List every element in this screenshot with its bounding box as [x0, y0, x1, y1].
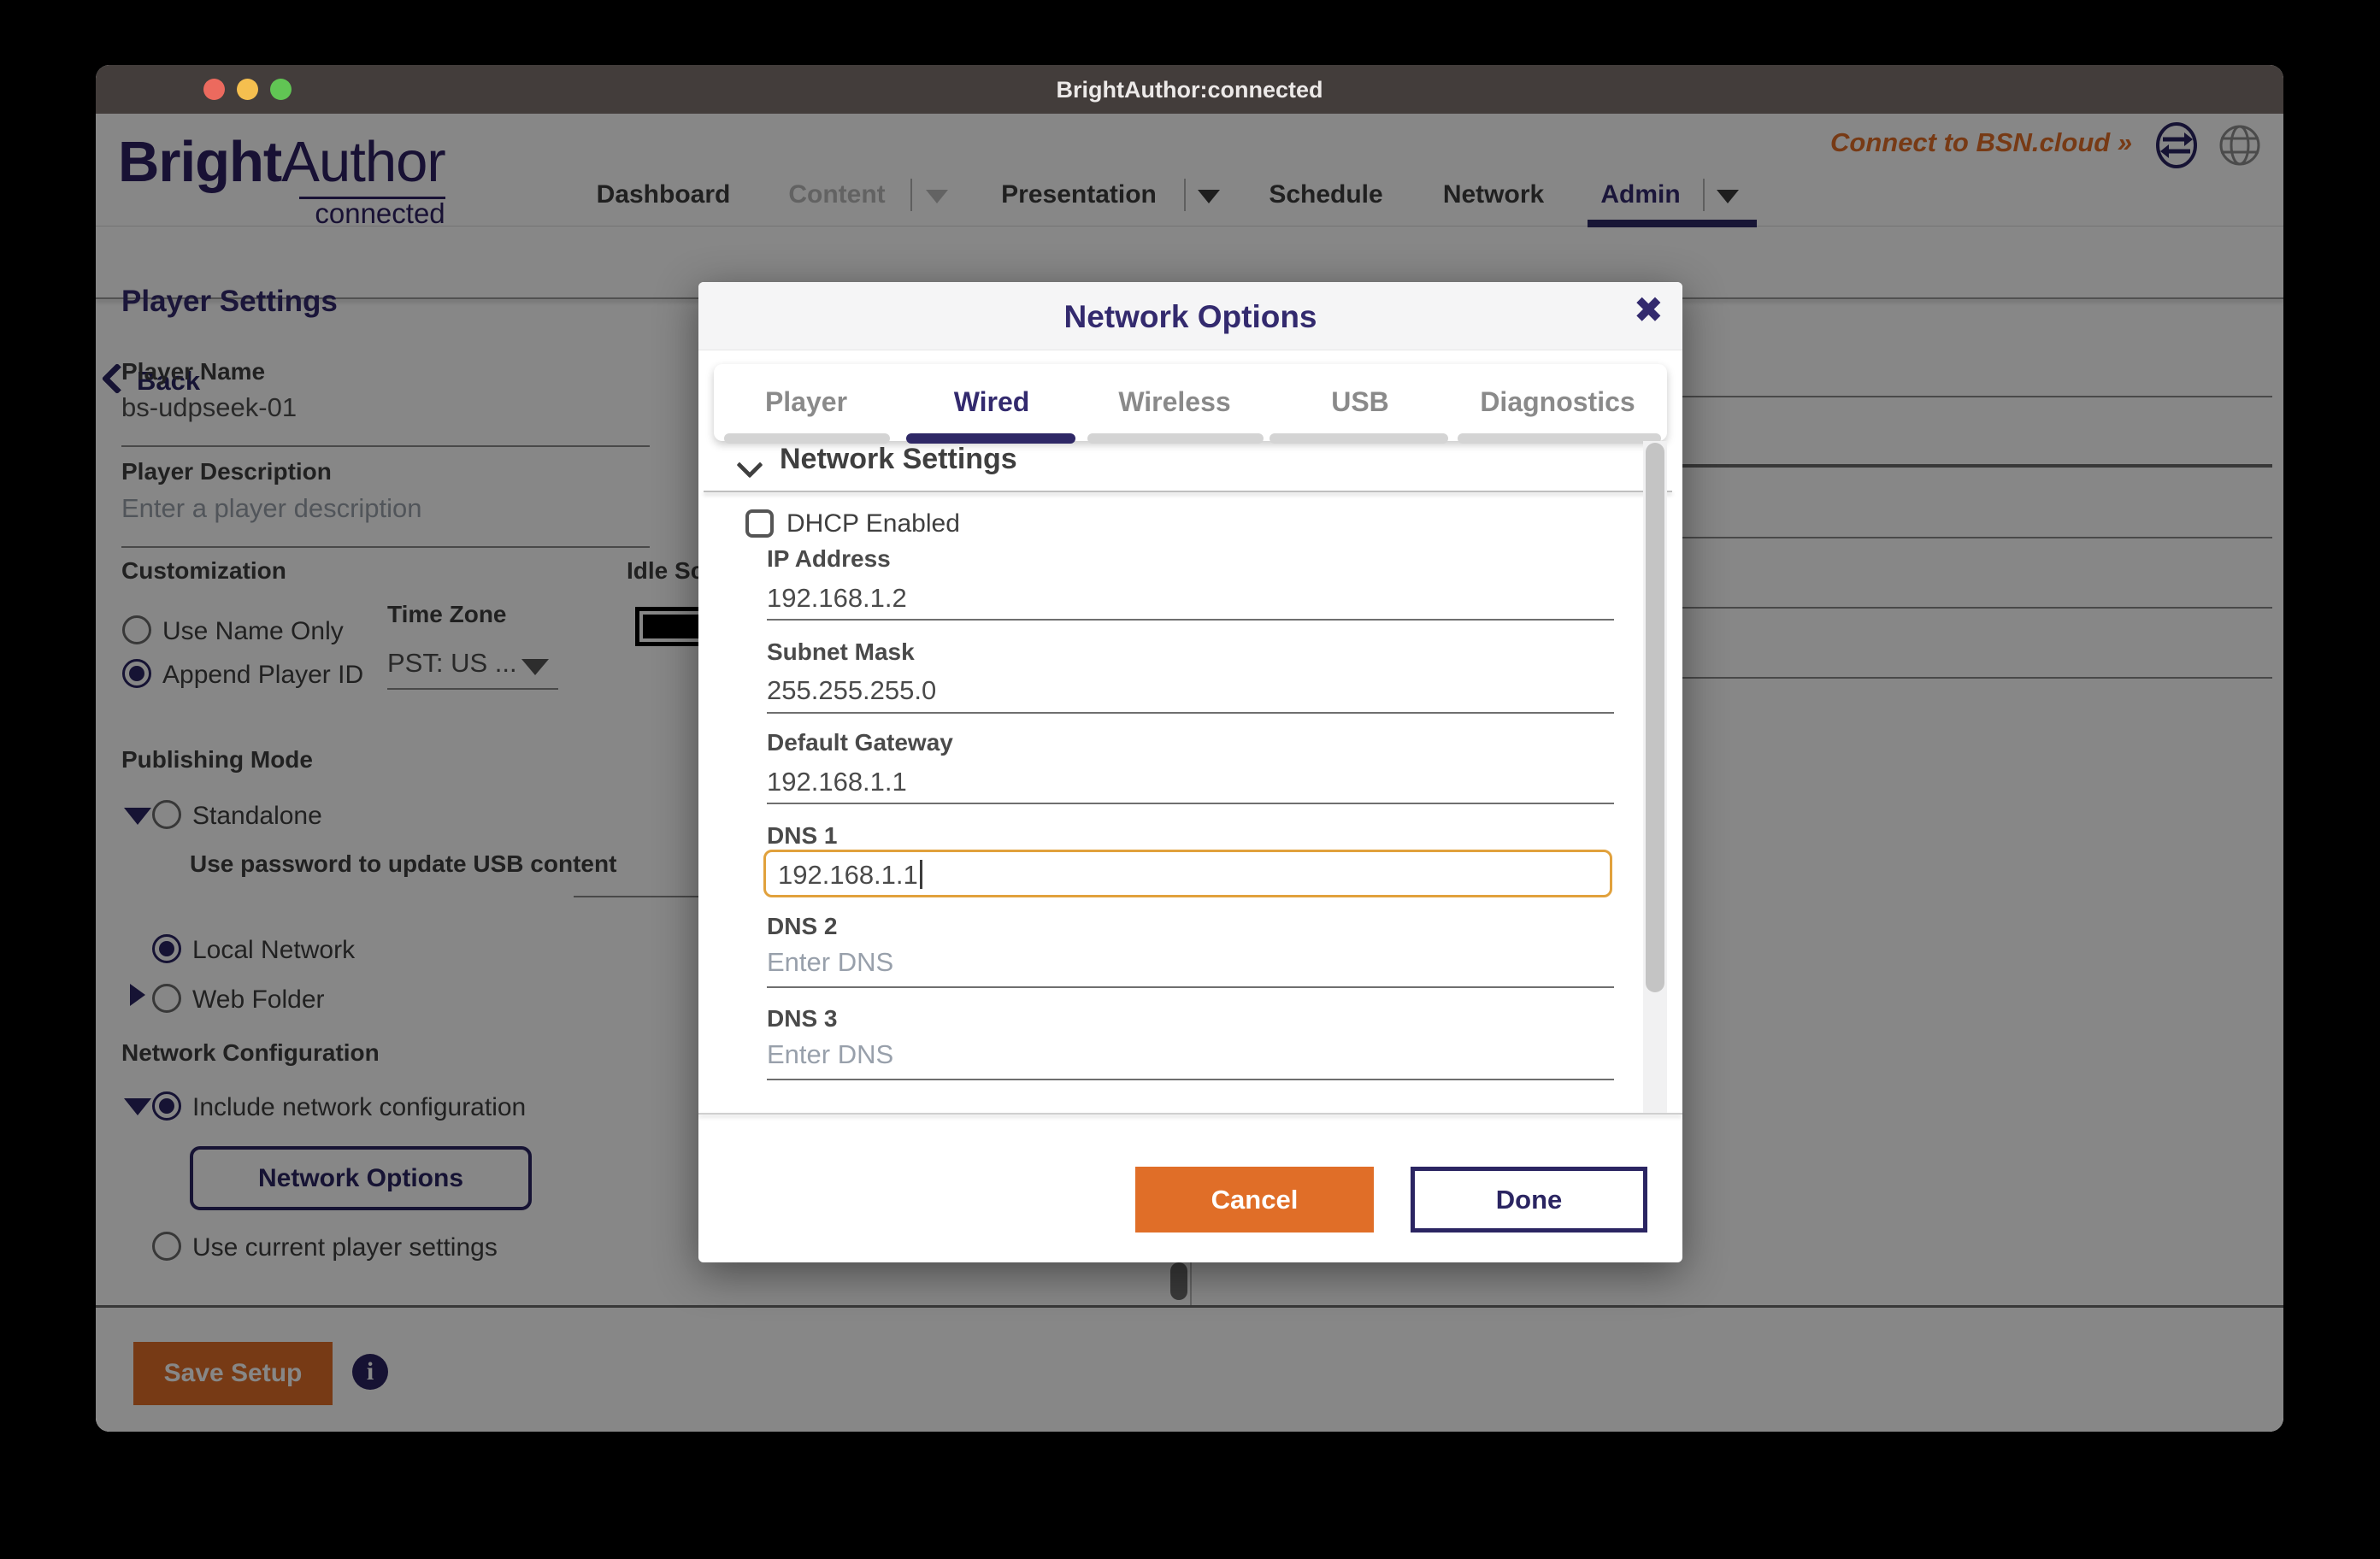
window-title: BrightAuthor:connected — [96, 77, 2283, 103]
divider — [698, 1113, 1682, 1115]
network-settings-section-title: Network Settings — [780, 443, 1017, 476]
subnet-mask-value[interactable]: 255.255.255.0 — [767, 675, 936, 706]
dns1-value: 192.168.1.1 — [778, 860, 918, 890]
modal-tabstrip: Player Wired Wireless USB Diagnostics — [714, 364, 1667, 441]
cancel-button[interactable]: Cancel — [1135, 1167, 1374, 1232]
dns2-input[interactable] — [767, 947, 1614, 978]
dns2-label: DNS 2 — [767, 913, 837, 940]
dhcp-checkbox[interactable] — [745, 509, 774, 538]
titlebar: BrightAuthor:connected — [96, 65, 2283, 114]
dns1-label: DNS 1 — [767, 822, 837, 850]
tab-underline — [1458, 433, 1661, 444]
tab-underline — [1087, 433, 1264, 444]
input-underline — [767, 1079, 1614, 1080]
input-underline — [767, 803, 1614, 804]
tab-underline — [1270, 433, 1448, 444]
scrollbar-thumb[interactable] — [1646, 443, 1664, 992]
close-icon[interactable]: ✖ — [1634, 292, 1664, 328]
text-cursor — [920, 860, 922, 889]
dns1-input[interactable]: 192.168.1.1 — [763, 850, 1612, 897]
tab-wired[interactable]: Wired — [954, 386, 1030, 418]
section-divider — [704, 491, 1672, 492]
tab-usb[interactable]: USB — [1331, 386, 1389, 418]
done-button[interactable]: Done — [1411, 1167, 1647, 1232]
dns3-input[interactable] — [767, 1039, 1614, 1070]
window-content: BrightAuthor connected Dashboard Content… — [96, 114, 2283, 1432]
input-underline — [767, 712, 1614, 714]
input-underline — [767, 986, 1614, 988]
ip-address-label: IP Address — [767, 545, 891, 573]
default-gateway-label: Default Gateway — [767, 729, 953, 756]
app-window: BrightAuthor:connected BrightAuthor conn… — [96, 65, 2283, 1432]
modal-title: Network Options — [698, 299, 1682, 335]
tab-diagnostics[interactable]: Diagnostics — [1480, 386, 1635, 418]
network-options-modal: Network Options ✖ Player Wired Wireless … — [698, 282, 1682, 1262]
dhcp-label: DHCP Enabled — [786, 509, 960, 538]
default-gateway-value[interactable]: 192.168.1.1 — [767, 767, 907, 797]
dns3-label: DNS 3 — [767, 1005, 837, 1032]
chevron-down-icon[interactable] — [736, 451, 763, 478]
tab-wireless[interactable]: Wireless — [1118, 386, 1230, 418]
scrollbar-track[interactable] — [1643, 441, 1667, 1113]
ip-address-value[interactable]: 192.168.1.2 — [767, 583, 907, 614]
subnet-mask-label: Subnet Mask — [767, 638, 915, 666]
tab-player[interactable]: Player — [765, 386, 847, 418]
modal-header: Network Options ✖ — [698, 282, 1682, 350]
input-underline — [767, 619, 1614, 621]
